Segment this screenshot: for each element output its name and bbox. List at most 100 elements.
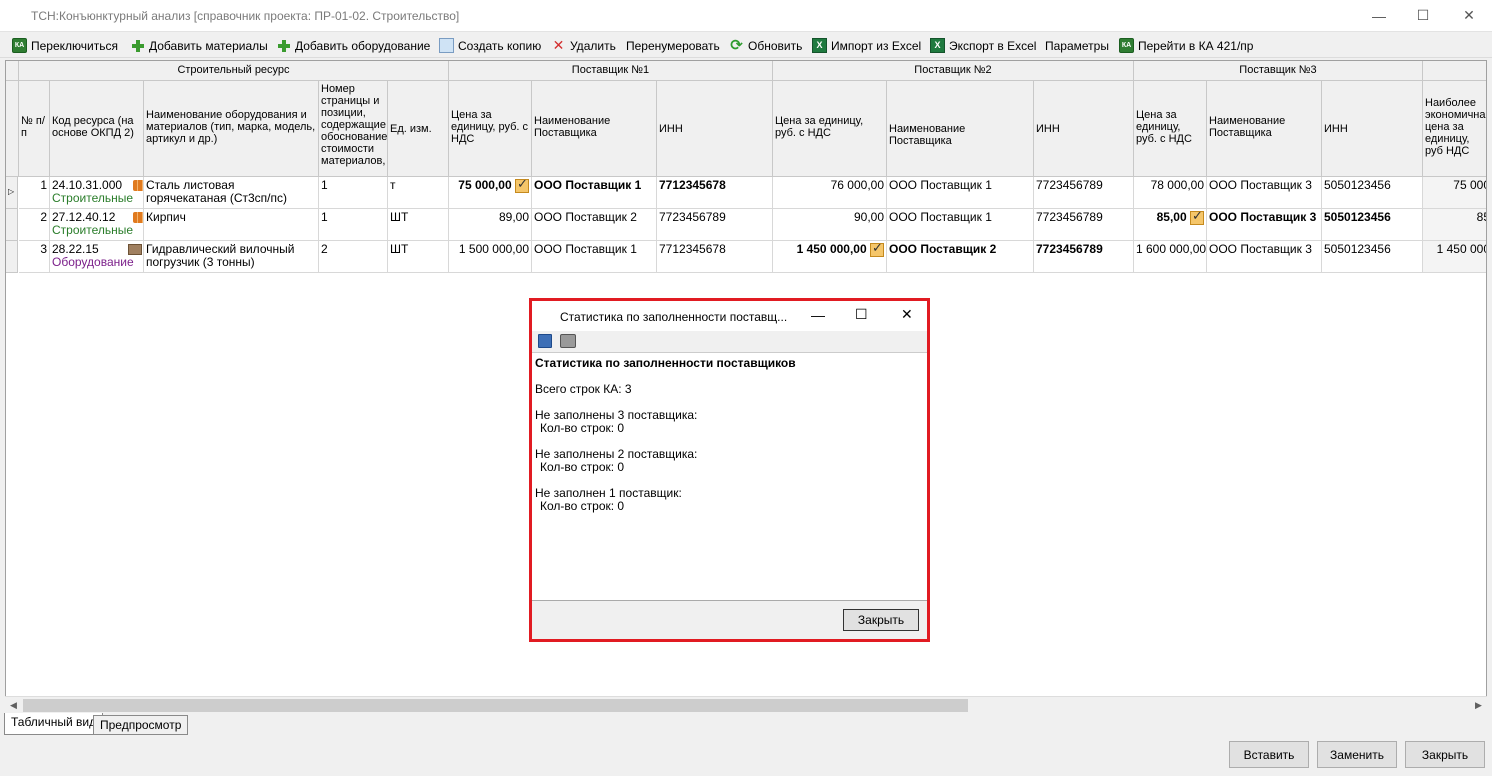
- col-supplier-name-1[interactable]: Наименование Поставщика: [532, 81, 657, 177]
- add-equipment-button[interactable]: Добавить оборудование: [276, 36, 430, 55]
- tab-preview[interactable]: Предпросмотр: [93, 715, 189, 735]
- cell-unit[interactable]: ШТ: [388, 241, 449, 273]
- cell-price-1[interactable]: 75 000,00: [449, 177, 532, 209]
- cell-page[interactable]: 1: [319, 177, 388, 209]
- col-price-2[interactable]: Цена за единицу, руб. с НДС: [773, 81, 887, 177]
- cell-num[interactable]: 2: [19, 209, 50, 241]
- dialog-minimize-button[interactable]: —: [811, 307, 825, 323]
- save-icon[interactable]: [538, 334, 552, 348]
- refresh-icon: ⟳: [730, 37, 743, 54]
- cell-name[interactable]: Гидравлический вилочный погрузчик (3 тон…: [144, 241, 319, 273]
- cell-best-price[interactable]: 75 000: [1423, 177, 1486, 209]
- cell-supplier-name-2[interactable]: ООО Поставщик 1: [887, 177, 1034, 209]
- cell-supplier-name-3[interactable]: ООО Поставщик 3: [1207, 177, 1322, 209]
- cell-inn-3[interactable]: 5050123456: [1322, 241, 1423, 273]
- row-selector[interactable]: [6, 241, 18, 273]
- cell-inn-2[interactable]: 7723456789: [1034, 241, 1134, 273]
- tab-table-view[interactable]: Табличный вид: [4, 713, 104, 735]
- cell-supplier-name-2[interactable]: ООО Поставщик 1: [887, 209, 1034, 241]
- cell-supplier-name-1[interactable]: ООО Поставщик 1: [532, 177, 657, 209]
- col-price-1[interactable]: Цена за единицу, руб. с НДС: [449, 81, 532, 177]
- col-supplier-name-2[interactable]: Наименование Поставщика: [887, 81, 1034, 177]
- cell-price-2[interactable]: 90,00: [773, 209, 887, 241]
- cell-page[interactable]: 1: [319, 209, 388, 241]
- col-unit[interactable]: Ед. изм.: [388, 81, 449, 177]
- excel-icon: X: [930, 38, 945, 53]
- create-copy-button[interactable]: Создать копию: [439, 36, 541, 55]
- cell-inn-1[interactable]: 7723456789: [657, 209, 773, 241]
- delete-button[interactable]: ✕ Удалить: [551, 36, 616, 55]
- cell-price-2[interactable]: 1 450 000,00: [773, 241, 887, 273]
- cell-code[interactable]: 27.12.40.12 Строительные: [50, 209, 144, 241]
- dialog-maximize-button[interactable]: ☐: [855, 306, 868, 323]
- cell-code[interactable]: 24.10.31.000 Строительные: [50, 177, 144, 209]
- col-best-price[interactable]: Наиболее экономична цена за единицу, руб…: [1423, 81, 1486, 177]
- cell-price-2[interactable]: 76 000,00: [773, 177, 887, 209]
- insert-button[interactable]: Вставить: [1229, 741, 1309, 768]
- cell-supplier-name-1[interactable]: ООО Поставщик 1: [532, 241, 657, 273]
- maximize-button[interactable]: ☐: [1400, 0, 1446, 31]
- cell-page[interactable]: 2: [319, 241, 388, 273]
- cell-supplier-name-3[interactable]: ООО Поставщик 3: [1207, 241, 1322, 273]
- col-supplier-name-3[interactable]: Наименование Поставщика: [1207, 81, 1322, 177]
- print-icon[interactable]: [560, 334, 576, 348]
- cell-supplier-name-3[interactable]: ООО Поставщик 3: [1207, 209, 1322, 241]
- col-inn-2[interactable]: ИНН: [1034, 81, 1134, 177]
- col-code[interactable]: Код ресурса (на основе ОКПД 2): [50, 81, 144, 177]
- col-price-3[interactable]: Цена за единицу, руб. с НДС: [1134, 81, 1207, 177]
- code-text: 28.22.15: [52, 242, 99, 256]
- brick-icon: [132, 212, 143, 224]
- close-window-button[interactable]: ✕: [1446, 0, 1492, 31]
- refresh-button[interactable]: ⟳ Обновить: [729, 36, 802, 55]
- dialog-close-icon[interactable]: ✕: [901, 306, 913, 323]
- cell-inn-2[interactable]: 7723456789: [1034, 177, 1134, 209]
- col-name[interactable]: Наименование оборудования и материалов (…: [144, 81, 319, 177]
- col-inn-3[interactable]: ИНН: [1322, 81, 1423, 177]
- row-selector[interactable]: [6, 209, 18, 241]
- cell-price-1[interactable]: 1 500 000,00: [449, 241, 532, 273]
- add-materials-button[interactable]: Добавить материалы: [130, 36, 268, 55]
- col-inn-1[interactable]: ИНН: [657, 81, 773, 177]
- scroll-thumb[interactable]: [23, 699, 968, 712]
- cell-num[interactable]: 3: [19, 241, 50, 273]
- export-excel-button[interactable]: X Экспорт в Excel: [930, 36, 1036, 55]
- col-num[interactable]: № п/п: [19, 81, 50, 177]
- cell-price-3[interactable]: 78 000,00: [1134, 177, 1207, 209]
- replace-button[interactable]: Заменить: [1317, 741, 1397, 768]
- cell-price-1[interactable]: 89,00: [449, 209, 532, 241]
- price-text: 85,00: [1156, 210, 1187, 225]
- stats-total: Всего строк КА: 3: [535, 382, 632, 396]
- horizontal-scrollbar[interactable]: ◀ ▶: [5, 696, 1487, 713]
- cell-inn-1[interactable]: 7712345678: [657, 177, 773, 209]
- cell-inn-3[interactable]: 5050123456: [1322, 209, 1423, 241]
- switch-button[interactable]: КА Переключиться: [12, 36, 118, 55]
- import-excel-button[interactable]: X Импорт из Excel: [812, 36, 921, 55]
- row-selector[interactable]: ▷: [6, 177, 18, 209]
- scroll-left-icon[interactable]: ◀: [5, 697, 22, 714]
- cell-num[interactable]: 1: [19, 177, 50, 209]
- col-page[interactable]: Номер страницы и позиции, содержащие обо…: [319, 81, 388, 177]
- params-button[interactable]: Параметры: [1045, 36, 1109, 55]
- copy-icon: [439, 38, 454, 53]
- cell-supplier-name-1[interactable]: ООО Поставщик 2: [532, 209, 657, 241]
- cell-name[interactable]: Кирпич: [144, 209, 319, 241]
- close-button[interactable]: Закрыть: [1405, 741, 1485, 768]
- goto-ka-button[interactable]: КА Перейти в КА 421/пр: [1119, 36, 1253, 55]
- cell-inn-1[interactable]: 7712345678: [657, 241, 773, 273]
- cell-supplier-name-2[interactable]: ООО Поставщик 2: [887, 241, 1034, 273]
- dialog-close-button[interactable]: Закрыть: [843, 609, 919, 631]
- cell-name[interactable]: Сталь листовая горячекатаная (Ст3сп/пс): [144, 177, 319, 209]
- cell-unit[interactable]: ШТ: [388, 209, 449, 241]
- cell-inn-3[interactable]: 5050123456: [1322, 177, 1423, 209]
- cell-price-3[interactable]: 1 600 000,00: [1134, 241, 1207, 273]
- cell-inn-2[interactable]: 7723456789: [1034, 209, 1134, 241]
- minimize-button[interactable]: —: [1356, 0, 1402, 31]
- group-supplier-2: Поставщик №2: [773, 61, 1134, 81]
- scroll-right-icon[interactable]: ▶: [1470, 697, 1487, 714]
- cell-best-price[interactable]: 1 450 000: [1423, 241, 1486, 273]
- cell-price-3[interactable]: 85,00: [1134, 209, 1207, 241]
- cell-best-price[interactable]: 85: [1423, 209, 1486, 241]
- cell-unit[interactable]: т: [388, 177, 449, 209]
- cell-code[interactable]: 28.22.15 Оборудование: [50, 241, 144, 273]
- renumber-button[interactable]: Перенумеровать: [626, 36, 720, 55]
